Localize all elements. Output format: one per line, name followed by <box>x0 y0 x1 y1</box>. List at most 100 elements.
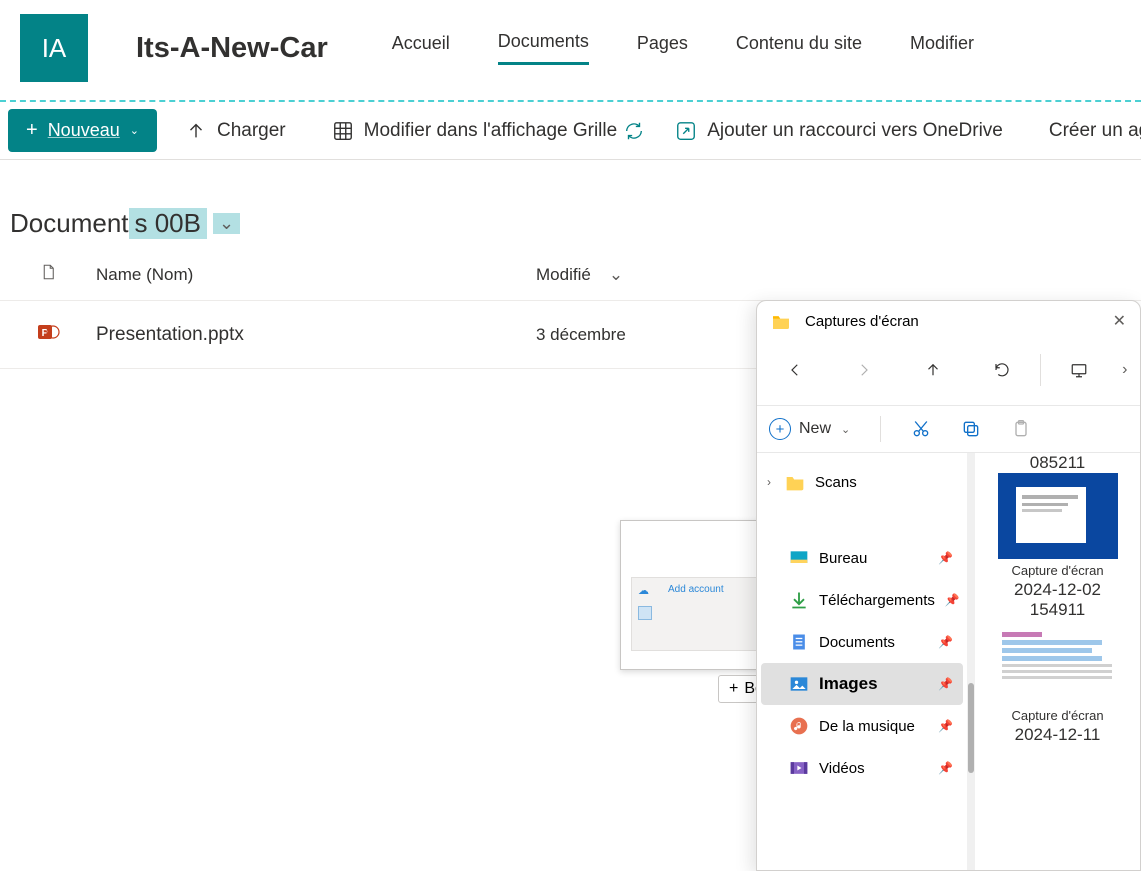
column-modified-label: Modifié <box>536 265 591 285</box>
tree-item-scans[interactable]: › Scans <box>761 461 963 503</box>
library-title-prefix: Document <box>10 208 129 239</box>
upload-button[interactable]: Charger <box>185 120 286 142</box>
pin-icon: 📌 <box>938 677 953 691</box>
nav-home[interactable]: Accueil <box>392 33 450 64</box>
plus-circle-icon: + <box>769 418 791 440</box>
file-name[interactable]: Presentation.pptx <box>96 324 244 345</box>
tree-item-music[interactable]: De la musique 📌 <box>761 705 963 747</box>
create-button[interactable]: Créer un age <box>1049 120 1141 142</box>
plus-icon: + <box>729 680 738 698</box>
paste-icon[interactable] <box>1011 419 1031 439</box>
site-title[interactable]: Its-A-New-Car <box>136 32 328 65</box>
library-title-highlight: s 00B <box>129 208 208 239</box>
cloud-icon: ☁ <box>638 584 649 597</box>
column-modified[interactable]: Modifié ⌄ <box>536 265 696 285</box>
tree-item-downloads[interactable]: Téléchargements 📌 <box>761 579 963 621</box>
scrollbar-thumb[interactable] <box>968 683 974 773</box>
close-icon[interactable]: ✕ <box>1113 311 1126 331</box>
file-type-icon: P <box>0 320 96 349</box>
grid-icon <box>332 120 354 142</box>
command-bar: + Nouveau ⌄ Charger Modifier dans l'affi… <box>0 102 1141 160</box>
expand-icon[interactable]: › <box>767 475 771 489</box>
thumbnail-caption: Capture d'écran <box>981 708 1134 725</box>
new-button[interactable]: + Nouveau ⌄ <box>8 109 157 152</box>
sync-icon <box>623 120 645 142</box>
column-type-icon[interactable] <box>0 263 96 286</box>
nav-forward-button[interactable] <box>830 349 899 391</box>
thumbnail-preview <box>998 632 1118 704</box>
tree-label: Vidéos <box>819 760 865 777</box>
explorer-nav: › <box>757 341 1140 406</box>
top-nav: Accueil Documents Pages Contenu du site … <box>392 31 974 65</box>
pin-icon: 📌 <box>938 635 953 649</box>
edit-grid-label: Modifier dans l'affichage Grille <box>364 120 618 142</box>
thumbnail-caption: 154911 <box>981 600 1134 620</box>
explorer-titlebar[interactable]: Captures d'écran ✕ <box>757 301 1140 341</box>
nav-pages[interactable]: Pages <box>637 33 688 64</box>
file-modified: 3 décembre <box>536 325 626 345</box>
tree-item-videos[interactable]: Vidéos 📌 <box>761 747 963 789</box>
explorer-content: 085211 Capture d'écran 2024-12-02 154911… <box>975 453 1140 871</box>
explorer-tree: › Scans Bureau 📌 Téléchargements 📌 Docum… <box>757 453 967 871</box>
explorer-toolbar: + New ⌄ <box>757 406 1140 453</box>
nav-site-content[interactable]: Contenu du site <box>736 33 862 64</box>
desktop-icon <box>789 548 809 568</box>
upload-icon <box>185 120 207 142</box>
copy-icon[interactable] <box>961 419 981 439</box>
tree-item-pictures[interactable]: Images 📌 <box>761 663 963 705</box>
list-header: Name (Nom) Modifié ⌄ <box>0 239 1141 301</box>
chevron-down-icon: ⌄ <box>213 213 240 234</box>
shortcut-icon <box>675 120 697 142</box>
thumbnail-item[interactable]: Capture d'écran 2024-12-02 154911 <box>981 473 1134 620</box>
column-name[interactable]: Name (Nom) <box>96 265 536 285</box>
sync-button[interactable] <box>623 120 645 142</box>
edit-grid-button[interactable]: Modifier dans l'affichage Grille <box>332 120 618 142</box>
pictures-icon <box>789 674 809 694</box>
chevron-down-icon: ⌄ <box>130 124 139 137</box>
nav-up-button[interactable] <box>898 349 967 391</box>
tree-label: Documents <box>819 634 895 651</box>
create-label: Créer un age <box>1049 120 1141 142</box>
music-icon <box>789 716 809 736</box>
thumbnail-preview <box>998 473 1118 559</box>
upload-label: Charger <box>217 120 286 142</box>
download-icon <box>789 590 809 610</box>
folder-icon <box>771 313 791 329</box>
thumbnail-caption: Capture d'écran <box>981 563 1134 580</box>
thumbnail-caption: 2024-12-02 <box>981 580 1134 600</box>
documents-icon <box>789 632 809 652</box>
tree-label: Scans <box>815 474 857 491</box>
nav-refresh-button[interactable] <box>967 349 1036 391</box>
pin-icon: 📌 <box>945 593 960 607</box>
tree-label: Téléchargements <box>819 592 935 609</box>
nav-edit[interactable]: Modifier <box>910 33 974 64</box>
tree-label: De la musique <box>819 718 915 735</box>
explorer-new-label: New <box>799 420 831 438</box>
plus-icon: + <box>26 119 38 142</box>
site-logo[interactable]: IA <box>20 14 88 82</box>
cut-icon[interactable] <box>911 419 931 439</box>
powerpoint-icon: P <box>36 320 60 344</box>
tree-item-desktop[interactable]: Bureau 📌 <box>761 537 963 579</box>
pin-icon: 📌 <box>938 719 953 733</box>
library-title-dropdown[interactable]: Documents 00B ⌄ <box>10 208 240 239</box>
site-header: IA Its-A-New-Car Accueil Documents Pages… <box>0 0 1141 82</box>
ghost-text: Add account <box>668 584 724 595</box>
thumb-partial-caption: 085211 <box>981 453 1134 473</box>
folder-icon <box>785 472 805 492</box>
tree-item-documents[interactable]: Documents 📌 <box>761 621 963 663</box>
explorer-new-button[interactable]: + New ⌄ <box>769 418 850 440</box>
tree-scrollbar[interactable] <box>967 453 975 871</box>
pin-icon: 📌 <box>938 551 953 565</box>
nav-thispc-button[interactable] <box>1045 349 1114 391</box>
nav-documents[interactable]: Documents <box>498 31 589 65</box>
chevron-down-icon: ⌄ <box>609 265 623 285</box>
tree-label: Images <box>819 674 878 694</box>
nav-back-button[interactable] <box>761 349 830 391</box>
onedrive-label: Ajouter un raccourci vers OneDrive <box>707 120 1003 142</box>
videos-icon <box>789 758 809 778</box>
onedrive-shortcut-button[interactable]: Ajouter un raccourci vers OneDrive <box>675 120 1003 142</box>
chevron-right-icon[interactable]: › <box>1114 361 1136 379</box>
new-label: Nouveau <box>48 120 120 141</box>
thumbnail-item[interactable]: Capture d'écran 2024-12-11 <box>981 632 1134 745</box>
